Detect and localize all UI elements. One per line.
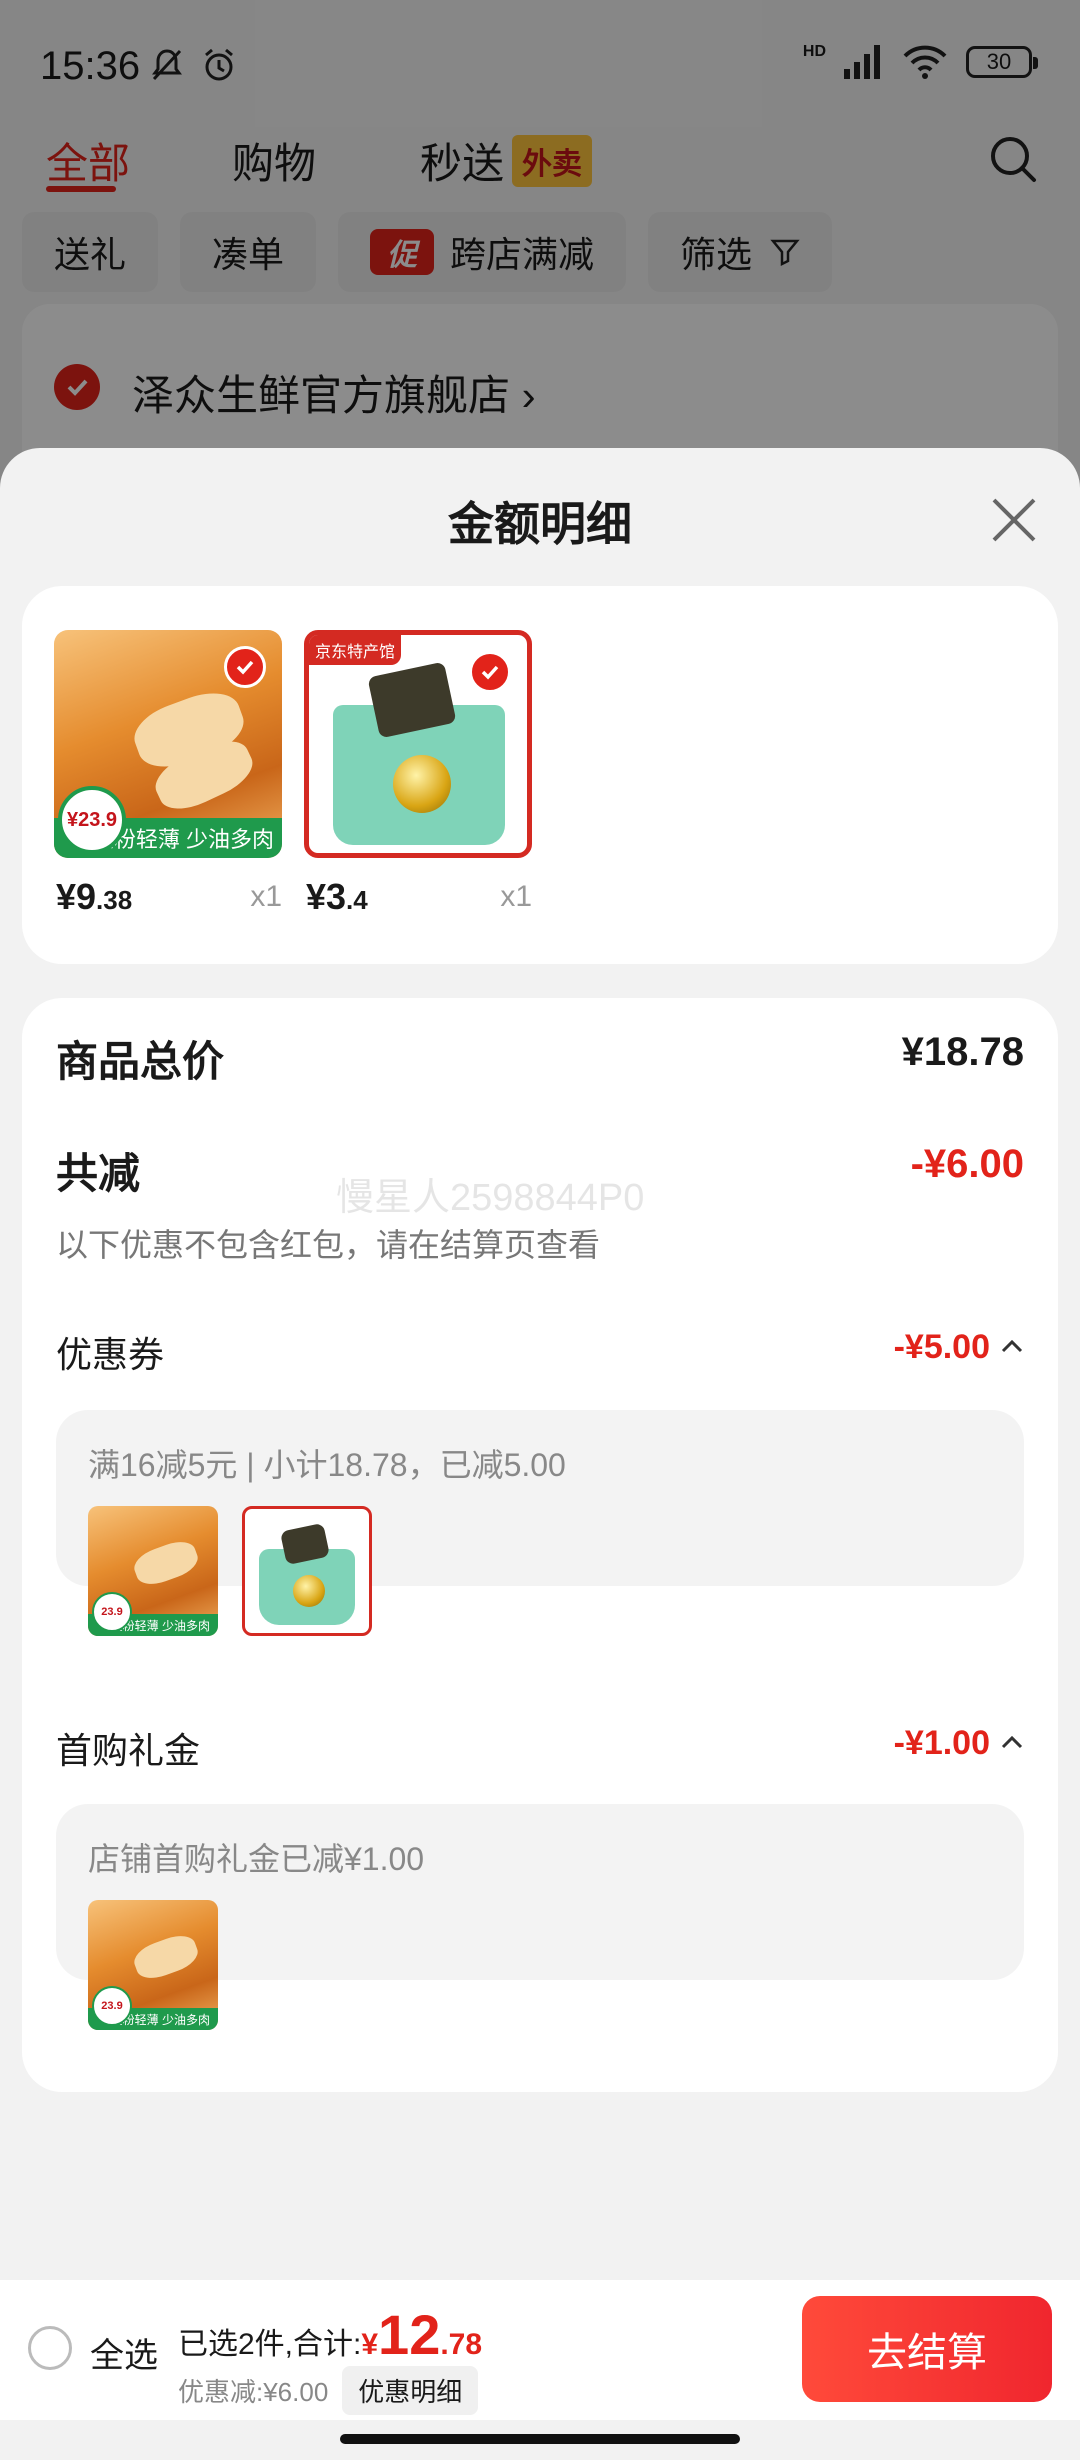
price-detail-card: 商品总价 ¥18.78 慢星人2598844P0 共减 -¥6.00 以下优惠不… xyxy=(22,998,1058,2092)
home-indicator[interactable] xyxy=(340,2434,740,2444)
total-price-value: ¥18.78 xyxy=(901,1030,1024,1074)
product-quantity: x1 xyxy=(250,880,282,913)
discount-detail-button[interactable]: 优惠明细 xyxy=(342,2366,479,2415)
thumb-price-badge: 23.9 xyxy=(92,1592,132,1632)
sheet-title: 金额明细 xyxy=(448,498,632,550)
gift-detail-box: 店铺首购礼金已减¥1.00 裹粉轻薄 少油多肉 23.9 xyxy=(56,1804,1024,2030)
total-reduction-value: -¥6.00 xyxy=(910,1142,1024,1186)
chevron-up-icon xyxy=(1001,1339,1023,1352)
food-chunk-shape xyxy=(130,1536,202,1590)
product-image-chicken: 裹粉轻薄 少油多肉 ¥23.9 xyxy=(54,630,282,858)
first-purchase-gift-value: -¥1.00 xyxy=(893,1724,990,1762)
checkout-bar: 全选 已选2件,合计: ¥ 12 .78 优惠减:¥6.00 优惠明细 去结算 xyxy=(0,2280,1080,2420)
watermark-text: 慢星人2598844P0 xyxy=(336,1177,645,1219)
product-price-dec: .4 xyxy=(346,885,368,915)
product-price-main: ¥3 xyxy=(306,876,347,917)
coupon-product-thumb: 裹粉轻薄 少油多肉 23.9 xyxy=(88,1506,218,1636)
tea-seal-shape xyxy=(393,755,451,813)
close-icon[interactable] xyxy=(988,494,1040,546)
coupon-product-thumb xyxy=(242,1506,372,1636)
select-all-label[interactable]: 全选 xyxy=(90,2328,158,2377)
chevron-up-icon xyxy=(1001,1735,1023,1748)
product-price-main: ¥9 xyxy=(56,876,97,917)
products-card: 裹粉轻薄 少油多肉 ¥23.9 ¥9.38 x1 京东特产馆 ¥3.4 x1 xyxy=(22,586,1058,964)
reduction-hint: 以下优惠不包含红包，请在结算页查看 xyxy=(56,1227,601,1263)
total-price-label: 商品总价 xyxy=(56,1038,225,1085)
tea-seal-shape xyxy=(293,1575,325,1607)
discount-text: 优惠减:¥6.00 xyxy=(178,2377,329,2407)
coupon-detail-text: 满16减5元 | 小计18.78，已减5.00 xyxy=(88,1447,566,1483)
total-reduction-label: 共减 xyxy=(56,1150,141,1197)
coupon-value: -¥5.00 xyxy=(893,1328,990,1366)
first-purchase-gift-label: 首购礼金 xyxy=(56,1730,201,1771)
total-currency: ¥ xyxy=(361,2328,379,2361)
select-all-radio[interactable] xyxy=(28,2326,72,2370)
checkout-button[interactable]: 去结算 xyxy=(802,2296,1052,2402)
product-check-icon[interactable] xyxy=(224,646,266,688)
coupon-toggle[interactable]: -¥5.00 xyxy=(894,1328,1024,1367)
product-check-icon[interactable] xyxy=(469,651,511,693)
product-store-label: 京东特产馆 xyxy=(309,635,402,665)
product-price: ¥3.4 xyxy=(306,876,368,918)
product-item[interactable]: 裹粉轻薄 少油多肉 ¥23.9 ¥9.38 x1 xyxy=(54,630,284,917)
product-quantity: x1 xyxy=(500,880,532,913)
order-summary: 已选2件,合计: ¥ 12 .78 xyxy=(178,2302,482,2367)
thumb-price-badge: 23.9 xyxy=(92,1986,132,2026)
product-item[interactable]: 京东特产馆 ¥3.4 x1 xyxy=(304,630,534,917)
coupon-detail-box: 满16减5元 | 小计18.78，已减5.00 裹粉轻薄 少油多肉 23.9 xyxy=(56,1410,1024,1636)
discount-line: 优惠减:¥6.00 优惠明细 xyxy=(178,2366,479,2415)
selected-count-text: 已选2件,合计: xyxy=(178,2328,362,2361)
coupon-label: 优惠券 xyxy=(56,1334,165,1375)
gift-product-thumb: 裹粉轻薄 少油多肉 23.9 xyxy=(88,1900,218,2030)
product-price-badge: ¥23.9 xyxy=(58,786,126,854)
product-price: ¥9.38 xyxy=(56,876,132,918)
gift-detail-text: 店铺首购礼金已减¥1.00 xyxy=(88,1841,425,1877)
product-price-dec: .38 xyxy=(96,885,133,915)
amount-detail-sheet: 金额明细 裹粉轻薄 少油多肉 ¥23.9 ¥9.38 x1 京东特产馆 ¥3.4 xyxy=(0,448,1080,2460)
product-image-tea: 京东特产馆 xyxy=(304,630,532,858)
first-purchase-gift-toggle[interactable]: -¥1.00 xyxy=(894,1724,1024,1763)
food-chunk-shape xyxy=(130,1930,202,1984)
total-amount-dec: .78 xyxy=(440,2328,483,2361)
total-amount-int: 12 xyxy=(378,2303,441,2366)
